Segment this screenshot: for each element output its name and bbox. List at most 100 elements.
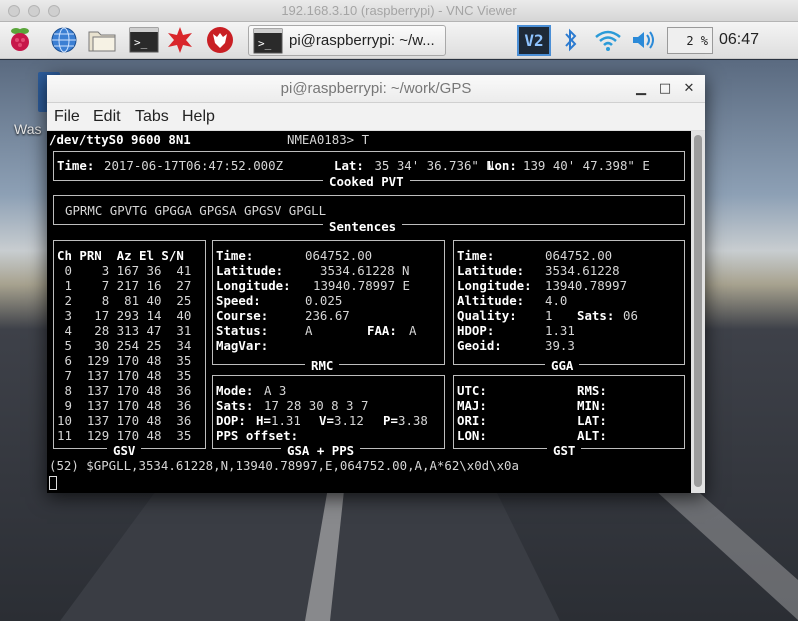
wifi-icon[interactable] bbox=[592, 25, 624, 55]
gst-lat-label: LAT: bbox=[577, 413, 607, 428]
gsv-row: 1 7 217 16 27 bbox=[57, 278, 192, 293]
rmc-magvar-label: MagVar: bbox=[216, 338, 269, 353]
pvt-lon: 139 40' 47.398" E bbox=[523, 158, 650, 173]
rmc-time-label: Time: bbox=[216, 248, 254, 263]
rmc-faa-label: FAA: bbox=[367, 323, 397, 338]
file-manager-icon[interactable] bbox=[86, 25, 118, 55]
gga-lat-label: Latitude: bbox=[457, 263, 525, 278]
terminal-icon[interactable]: >_ bbox=[128, 25, 160, 55]
gst-panel bbox=[453, 375, 685, 449]
cpu-monitor[interactable]: 2 % bbox=[667, 27, 713, 54]
gsa-v: 3.12 bbox=[334, 413, 364, 428]
gga-quality-label: Quality: bbox=[457, 308, 517, 323]
raw-nmea-line: (52) $GPGLL,3534.61228,N,13940.78997,E,0… bbox=[49, 458, 519, 473]
maximize-icon[interactable]: □ bbox=[655, 79, 675, 99]
rmc-course-label: Course: bbox=[216, 308, 269, 323]
vnc-server-icon[interactable]: V2 bbox=[517, 25, 551, 56]
web-browser-icon[interactable] bbox=[48, 25, 80, 55]
rmc-course: 236.67 bbox=[305, 308, 350, 323]
gsv-row: 10 137 170 48 36 bbox=[57, 413, 192, 428]
terminal-scrollbar[interactable] bbox=[691, 131, 705, 493]
taskbar-terminal-task[interactable]: >_ pi@raspberrypi: ~/w... bbox=[248, 25, 446, 56]
gsv-row: 8 137 170 48 36 bbox=[57, 383, 192, 398]
rmc-status: A bbox=[305, 323, 313, 338]
rmc-lat-label: Latitude: bbox=[216, 263, 284, 278]
gsv-row: 4 28 313 47 31 bbox=[57, 323, 192, 338]
menu-file[interactable]: File bbox=[54, 108, 80, 126]
volume-icon[interactable] bbox=[628, 25, 660, 55]
wolfram-icon[interactable] bbox=[204, 25, 236, 55]
rmc-lat: 3534.61228 N bbox=[320, 263, 410, 278]
terminal-cursor bbox=[49, 476, 57, 490]
raspberry-menu-icon[interactable] bbox=[4, 25, 36, 55]
svg-text:>_: >_ bbox=[134, 36, 148, 49]
rmc-title: RMC bbox=[305, 358, 340, 373]
gsa-sats: 17 28 30 8 3 7 bbox=[264, 398, 369, 413]
gsv-title: GSV bbox=[107, 443, 142, 458]
gsv-row: 7 137 170 48 35 bbox=[57, 368, 192, 383]
menu-help[interactable]: Help bbox=[182, 108, 215, 126]
gga-hdop-label: HDOP: bbox=[457, 323, 495, 338]
pps-offset-label: PPS offset: bbox=[216, 428, 299, 443]
desktop-icon-label[interactable]: Was bbox=[14, 121, 41, 137]
taskbar: >_ >_ pi@raspberrypi: ~/w... V2 2 % 06:4… bbox=[0, 22, 798, 59]
scrollbar-thumb[interactable] bbox=[694, 135, 702, 487]
gsv-row: 2 8 81 40 25 bbox=[57, 293, 192, 308]
gsa-v-label: V= bbox=[319, 413, 334, 428]
pvt-lon-label: Lon: bbox=[487, 158, 517, 173]
pvt-time: 2017-06-17T06:47:52.000Z bbox=[104, 158, 284, 173]
minimize-icon[interactable]: ▁ bbox=[631, 79, 651, 99]
gst-rms-label: RMS: bbox=[577, 383, 607, 398]
gsv-row: 11 129 170 48 35 bbox=[57, 428, 192, 443]
gga-sats: 06 bbox=[623, 308, 638, 323]
gga-lat: 3534.61228 bbox=[545, 263, 620, 278]
gst-lon-label: LON: bbox=[457, 428, 487, 443]
gst-ori-label: ORI: bbox=[457, 413, 487, 428]
terminal-icon: >_ bbox=[253, 28, 283, 53]
terminal-titlebar[interactable]: pi@raspberrypi: ~/work/GPS ▁ □ ✕ bbox=[47, 75, 705, 103]
gga-alt-label: Altitude: bbox=[457, 293, 525, 308]
gst-maj-label: MAJ: bbox=[457, 398, 487, 413]
gsv-row: 9 137 170 48 36 bbox=[57, 398, 192, 413]
rmc-lon-label: Longitude: bbox=[216, 278, 291, 293]
gga-time-label: Time: bbox=[457, 248, 495, 263]
gst-min-label: MIN: bbox=[577, 398, 607, 413]
clock[interactable]: 06:47 bbox=[719, 31, 759, 49]
gga-lon: 13940.78997 bbox=[545, 278, 628, 293]
gsv-row: 3 17 293 14 40 bbox=[57, 308, 192, 323]
gga-alt: 4.0 bbox=[545, 293, 568, 308]
gga-quality: 1 bbox=[545, 308, 553, 323]
terminal-window: pi@raspberrypi: ~/work/GPS ▁ □ ✕ File Ed… bbox=[47, 75, 705, 493]
gga-lon-label: Longitude: bbox=[457, 278, 532, 293]
rmc-faa: A bbox=[409, 323, 417, 338]
gga-time: 064752.00 bbox=[545, 248, 613, 263]
rmc-speed: 0.025 bbox=[305, 293, 343, 308]
nmea-mode: NMEA0183> T bbox=[287, 132, 370, 147]
gst-title: GST bbox=[547, 443, 582, 458]
gsa-h: 1.31 bbox=[271, 413, 301, 428]
menu-tabs[interactable]: Tabs bbox=[135, 108, 169, 126]
gga-title: GGA bbox=[545, 358, 580, 373]
rmc-status-label: Status: bbox=[216, 323, 269, 338]
menu-edit[interactable]: Edit bbox=[93, 108, 121, 126]
vnc-window-title: 192.168.3.10 (raspberrypi) - VNC Viewer bbox=[281, 3, 517, 18]
close-icon[interactable]: ✕ bbox=[679, 79, 699, 99]
rmc-time: 064752.00 bbox=[305, 248, 373, 263]
terminal-menubar: File Edit Tabs Help bbox=[47, 103, 705, 131]
rmc-speed-label: Speed: bbox=[216, 293, 261, 308]
gga-geoid: 39.3 bbox=[545, 338, 575, 353]
task-label: pi@raspberrypi: ~/w... bbox=[289, 32, 435, 49]
pvt-lat: 35 34' 36.736" N bbox=[367, 158, 494, 173]
terminal-title: pi@raspberrypi: ~/work/GPS bbox=[280, 80, 472, 97]
mathematica-icon[interactable] bbox=[164, 25, 196, 55]
gsa-p: 3.38 bbox=[398, 413, 428, 428]
terminal-content[interactable]: /dev/ttyS0 9600 8N1 NMEA0183> T Time: 20… bbox=[47, 131, 691, 493]
device-info: /dev/ttyS0 9600 8N1 bbox=[49, 132, 191, 147]
gga-sats-label: Sats: bbox=[577, 308, 615, 323]
gsv-row: 0 3 167 36 41 bbox=[57, 263, 192, 278]
bluetooth-icon[interactable] bbox=[555, 25, 587, 55]
gsa-mode-label: Mode: bbox=[216, 383, 254, 398]
gst-alt-label: ALT: bbox=[577, 428, 607, 443]
gsa-mode: A 3 bbox=[264, 383, 287, 398]
rmc-lon: 13940.78997 E bbox=[313, 278, 410, 293]
